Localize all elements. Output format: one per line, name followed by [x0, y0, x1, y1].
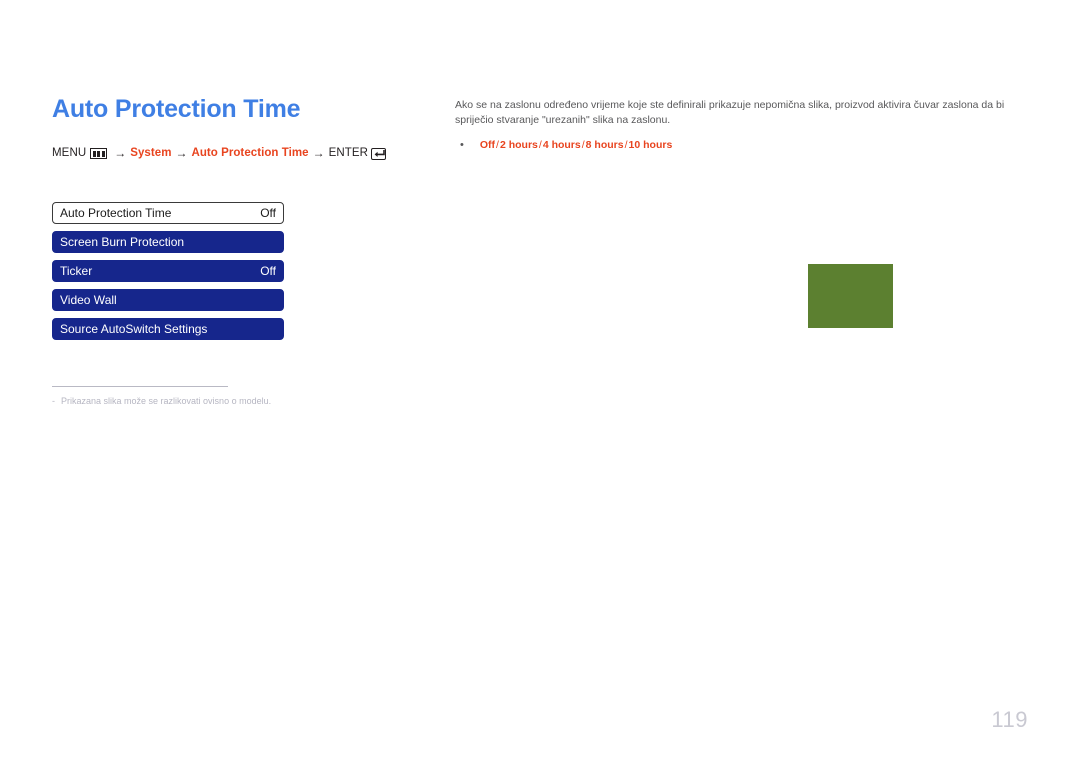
breadcrumb-step-system: System	[130, 146, 172, 159]
bullet-dot-icon: •	[460, 139, 464, 152]
enter-return-icon	[371, 147, 387, 160]
breadcrumb-arrow-1: →	[114, 145, 127, 160]
breadcrumb-step-auto-protection-time: Auto Protection Time	[191, 146, 309, 159]
osd-row-label: Source AutoSwitch Settings	[60, 321, 208, 336]
description-paragraph: Ako se na zaslonu određeno vrijeme koje …	[455, 99, 1005, 127]
breadcrumb-arrow-2: →	[175, 145, 188, 160]
option-value: 10 hours	[628, 139, 673, 152]
osd-row-label: Auto Protection Time	[60, 205, 172, 220]
left-column: Auto Protection Time MENU → System → Aut…	[52, 95, 432, 408]
osd-row-value: Off	[260, 205, 276, 220]
breadcrumb: MENU → System → Auto Protection Time → E…	[52, 145, 432, 160]
breadcrumb-arrow-3: →	[312, 145, 325, 160]
osd-row-label: Ticker	[60, 263, 93, 278]
option-value: 4 hours	[542, 139, 581, 152]
osd-row-screen-burn-protection[interactable]: Screen Burn Protection	[52, 230, 284, 253]
osd-row-value: Off	[260, 263, 276, 278]
option-separator: /	[624, 139, 628, 152]
menu-box-icon	[90, 148, 108, 159]
footnote: - Prikazana slika može se razlikovati ov…	[52, 396, 271, 408]
osd-row-label: Video Wall	[60, 292, 117, 307]
option-separator: /	[581, 139, 585, 152]
options-list: Off/2 hours/4 hours/8 hours/10 hours	[480, 138, 672, 153]
page-title: Auto Protection Time	[52, 95, 301, 123]
osd-menu-mock: Auto Protection Time Off Screen Burn Pro…	[52, 201, 284, 340]
footnote-text: Prikazana slika može se razlikovati ovis…	[61, 396, 272, 406]
screen-preview-image	[808, 264, 893, 328]
option-separator: /	[496, 139, 499, 152]
options-bullet-line: • Off/2 hours/4 hours/8 hours/10 hours	[455, 138, 1027, 153]
footnote-dash: -	[52, 396, 55, 406]
option-value: 8 hours	[585, 139, 624, 152]
option-separator: /	[538, 139, 542, 152]
osd-row-auto-protection-time[interactable]: Auto Protection Time Off	[52, 201, 284, 224]
option-value: 2 hours	[499, 139, 538, 152]
osd-row-ticker[interactable]: Ticker Off	[52, 259, 284, 282]
breadcrumb-menu-label: MENU	[52, 146, 87, 159]
right-column: Ako se na zaslonu određeno vrijeme koje …	[455, 98, 1027, 153]
osd-row-video-wall[interactable]: Video Wall	[52, 288, 284, 311]
breadcrumb-enter-label: ENTER	[328, 146, 369, 159]
osd-row-label: Screen Burn Protection	[60, 234, 185, 249]
page-number: 119	[991, 707, 1028, 732]
footnote-section: - Prikazana slika može se razlikovati ov…	[52, 385, 271, 408]
osd-row-source-autoswitch-settings[interactable]: Source AutoSwitch Settings	[52, 317, 284, 340]
footnote-divider	[52, 385, 228, 387]
option-value: Off	[479, 139, 496, 152]
